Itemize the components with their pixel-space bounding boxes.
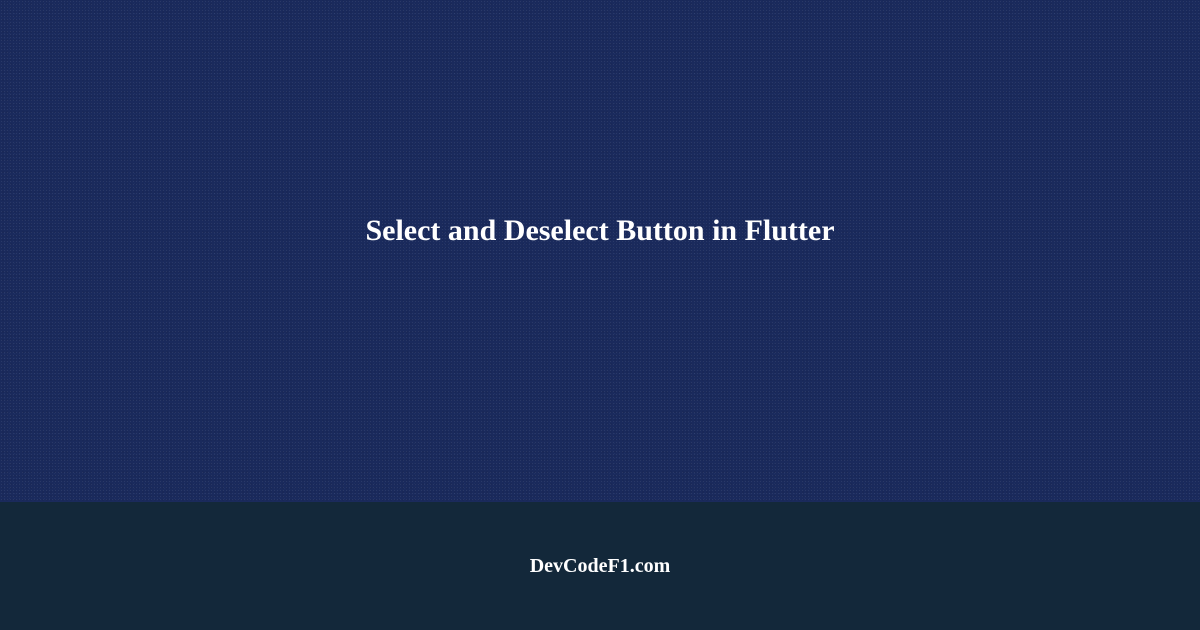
page-title: Select and Deselect Button in Flutter xyxy=(365,214,834,248)
hero-banner: Select and Deselect Button in Flutter xyxy=(0,0,1200,502)
site-name: DevCodeF1.com xyxy=(530,555,671,578)
footer: DevCodeF1.com xyxy=(0,502,1200,630)
